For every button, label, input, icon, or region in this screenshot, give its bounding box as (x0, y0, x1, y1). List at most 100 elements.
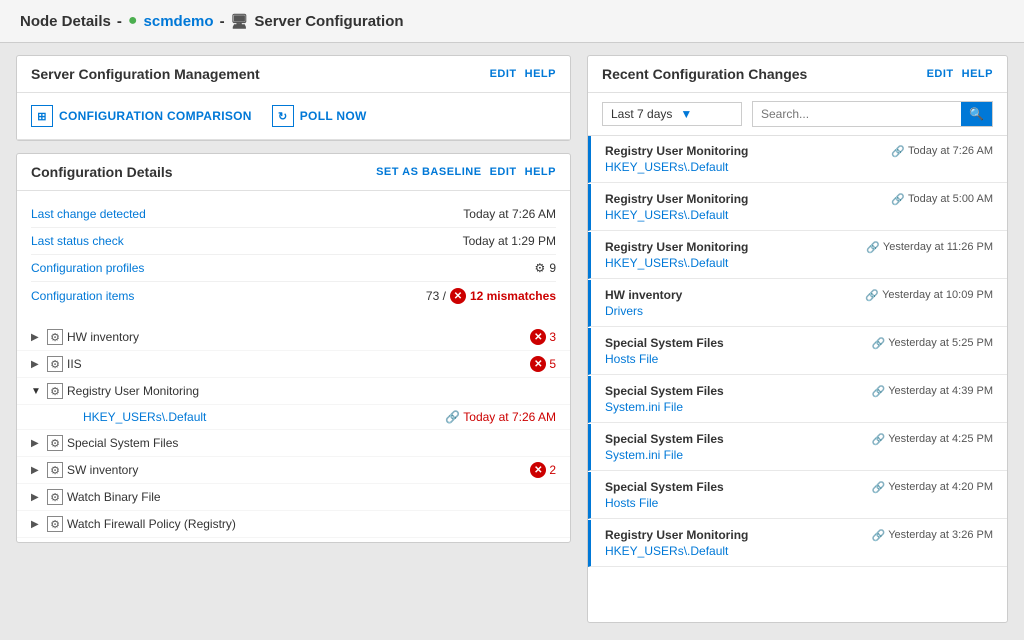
tree-item-label: Registry User Monitoring (67, 384, 556, 398)
tree-item-label: Watch Binary File (67, 490, 556, 504)
change-item-link[interactable]: Hosts File (605, 496, 993, 510)
right-panel: Recent Configuration Changes EDIT HELP L… (587, 55, 1008, 623)
tree-item-registry-user-monitoring[interactable]: ▼ ⚙ Registry User Monitoring (17, 378, 570, 405)
change-item[interactable]: Registry User Monitoring 🔗 Yesterday at … (588, 520, 1007, 567)
tree-item-special-system-files[interactable]: ▶ ⚙ Special System Files (17, 430, 570, 457)
right-edit-link[interactable]: EDIT (927, 68, 954, 80)
scm-panel-title: Server Configuration Management (31, 66, 260, 82)
change-item-link[interactable]: HKEY_USERs\.Default (605, 256, 993, 270)
change-item-header: Registry User Monitoring 🔗 Today at 7:26… (605, 144, 993, 158)
config-help-link[interactable]: HELP (525, 166, 556, 178)
change-item-name: HW inventory (605, 288, 682, 302)
tree-expand-arrow[interactable]: ▶ (31, 332, 43, 343)
tree-item-iis[interactable]: ▶ ⚙ IIS ✕5 (17, 351, 570, 378)
tree-gear-icon: ⚙ (47, 516, 63, 532)
change-item[interactable]: Special System Files 🔗 Yesterday at 4:20… (588, 472, 1007, 519)
date-filter-value: Last 7 days (611, 107, 672, 121)
change-item[interactable]: Special System Files 🔗 Yesterday at 4:25… (588, 424, 1007, 471)
change-item-link[interactable]: Drivers (605, 304, 993, 318)
server-icon: 🖥 (231, 13, 249, 30)
config-items-label: Configuration items (31, 289, 134, 303)
last-status-value: Today at 1:29 PM (463, 234, 556, 248)
tree-item-label: SW inventory (67, 463, 526, 477)
config-edit-link[interactable]: EDIT (490, 166, 517, 178)
change-item-header: Registry User Monitoring 🔗 Yesterday at … (605, 240, 993, 254)
change-item-name: Special System Files (605, 480, 724, 494)
tree-expand-arrow[interactable]: ▶ (31, 438, 43, 449)
node-link[interactable]: scmdemo (144, 13, 214, 30)
config-details-actions: SET AS BASELINE EDIT HELP (376, 166, 556, 178)
tree-item-registry-child[interactable]: HKEY_USERs\.Default 🔗 Today at 7:26 AM (17, 405, 570, 430)
changes-list: Registry User Monitoring 🔗 Today at 7:26… (588, 136, 1007, 622)
scm-panel: Server Configuration Management EDIT HEL… (16, 55, 571, 141)
config-profiles-label: Configuration profiles (31, 261, 144, 275)
mismatch-count: 12 mismatches (470, 289, 556, 303)
right-panel-actions: EDIT HELP (927, 68, 993, 80)
main-content: Server Configuration Management EDIT HEL… (0, 43, 1024, 635)
tree-item-hw-inventory[interactable]: ▶ ⚙ HW inventory ✕3 (17, 324, 570, 351)
change-item-link[interactable]: System.ini File (605, 448, 993, 462)
change-item[interactable]: HW inventory 🔗 Yesterday at 10:09 PM Dri… (588, 280, 1007, 327)
tree-item-watch-binary[interactable]: ▶ ⚙ Watch Binary File (17, 484, 570, 511)
config-details-body: Last change detected Today at 7:26 AM La… (17, 191, 570, 320)
change-item-link[interactable]: System.ini File (605, 400, 993, 414)
search-input[interactable] (753, 103, 961, 125)
tree-item-date: 🔗 Today at 7:26 AM (445, 410, 556, 424)
change-item[interactable]: Special System Files 🔗 Yesterday at 4:39… (588, 376, 1007, 423)
tree-gear-icon: ⚙ (47, 462, 63, 478)
tree-item-watch-firewall[interactable]: ▶ ⚙ Watch Firewall Policy (Registry) (17, 511, 570, 538)
tree-item-sw-inventory[interactable]: ▶ ⚙ SW inventory ✕2 (17, 457, 570, 484)
change-item-link[interactable]: HKEY_USERs\.Default (605, 208, 993, 222)
filter-controls: Last 7 days ▼ 🔍 (588, 93, 1007, 136)
last-status-label: Last status check (31, 234, 124, 248)
tree-item-count: ✕3 (530, 329, 556, 345)
config-items-value: 73 / ✕ 12 mismatches (426, 288, 556, 304)
count-icon: ✕ (530, 356, 546, 372)
change-item[interactable]: Special System Files 🔗 Yesterday at 5:25… (588, 328, 1007, 375)
change-item-name: Registry User Monitoring (605, 240, 748, 254)
tree-expand-arrow[interactable]: ▶ (31, 519, 43, 530)
poll-icon: ↻ (272, 105, 294, 127)
comparison-icon: ⊞ (31, 105, 53, 127)
config-details-panel: Configuration Details SET AS BASELINE ED… (16, 153, 571, 543)
search-box: 🔍 (752, 101, 993, 127)
change-item-header: Special System Files 🔗 Yesterday at 4:39… (605, 384, 993, 398)
mismatch-badge: ✕ 12 mismatches (450, 288, 556, 304)
change-item-name: Special System Files (605, 432, 724, 446)
change-item-time: 🔗 Yesterday at 10:09 PM (865, 289, 993, 302)
change-item[interactable]: Registry User Monitoring 🔗 Yesterday at … (588, 232, 1007, 279)
poll-now-button[interactable]: ↻ POLL NOW (272, 105, 367, 127)
link-icon: 🔗 (872, 385, 886, 398)
tree-item-label: HW inventory (67, 330, 526, 344)
scm-edit-link[interactable]: EDIT (490, 68, 517, 80)
change-item-time: 🔗 Today at 5:00 AM (891, 193, 993, 206)
change-item-header: Special System Files 🔗 Yesterday at 5:25… (605, 336, 993, 350)
change-item[interactable]: Registry User Monitoring 🔗 Today at 5:00… (588, 184, 1007, 231)
config-details-title: Configuration Details (31, 164, 173, 180)
date-filter-dropdown[interactable]: Last 7 days ▼ (602, 102, 742, 126)
change-item-link[interactable]: HKEY_USERs\.Default (605, 544, 993, 558)
scm-help-link[interactable]: HELP (525, 68, 556, 80)
config-comparison-button[interactable]: ⊞ CONFIGURATION COMPARISON (31, 105, 252, 127)
tree-expand-arrow[interactable]: ▼ (31, 386, 43, 397)
config-details-header: Configuration Details SET AS BASELINE ED… (17, 154, 570, 191)
change-item-link[interactable]: Hosts File (605, 352, 993, 366)
change-item-name: Registry User Monitoring (605, 144, 748, 158)
tree-expand-arrow[interactable]: ▶ (31, 465, 43, 476)
tree-expand-arrow[interactable]: ▶ (31, 492, 43, 503)
tree-item-label[interactable]: HKEY_USERs\.Default (83, 410, 441, 424)
set-baseline-link[interactable]: SET AS BASELINE (376, 166, 482, 178)
tree-item-label: IIS (67, 357, 526, 371)
link-icon: 🔗 (891, 145, 905, 158)
change-item-time: 🔗 Yesterday at 4:20 PM (872, 481, 993, 494)
link-icon: 🔗 (865, 289, 879, 302)
change-item-time: 🔗 Yesterday at 5:25 PM (872, 337, 993, 350)
right-help-link[interactable]: HELP (962, 68, 993, 80)
change-item[interactable]: Registry User Monitoring 🔗 Today at 7:26… (588, 136, 1007, 183)
change-item-header: Registry User Monitoring 🔗 Yesterday at … (605, 528, 993, 542)
link-icon: 🔗 (872, 481, 886, 494)
change-item-time: 🔗 Today at 7:26 AM (891, 145, 993, 158)
tree-expand-arrow[interactable]: ▶ (31, 359, 43, 370)
change-item-link[interactable]: HKEY_USERs\.Default (605, 160, 993, 174)
search-button[interactable]: 🔍 (961, 102, 992, 126)
